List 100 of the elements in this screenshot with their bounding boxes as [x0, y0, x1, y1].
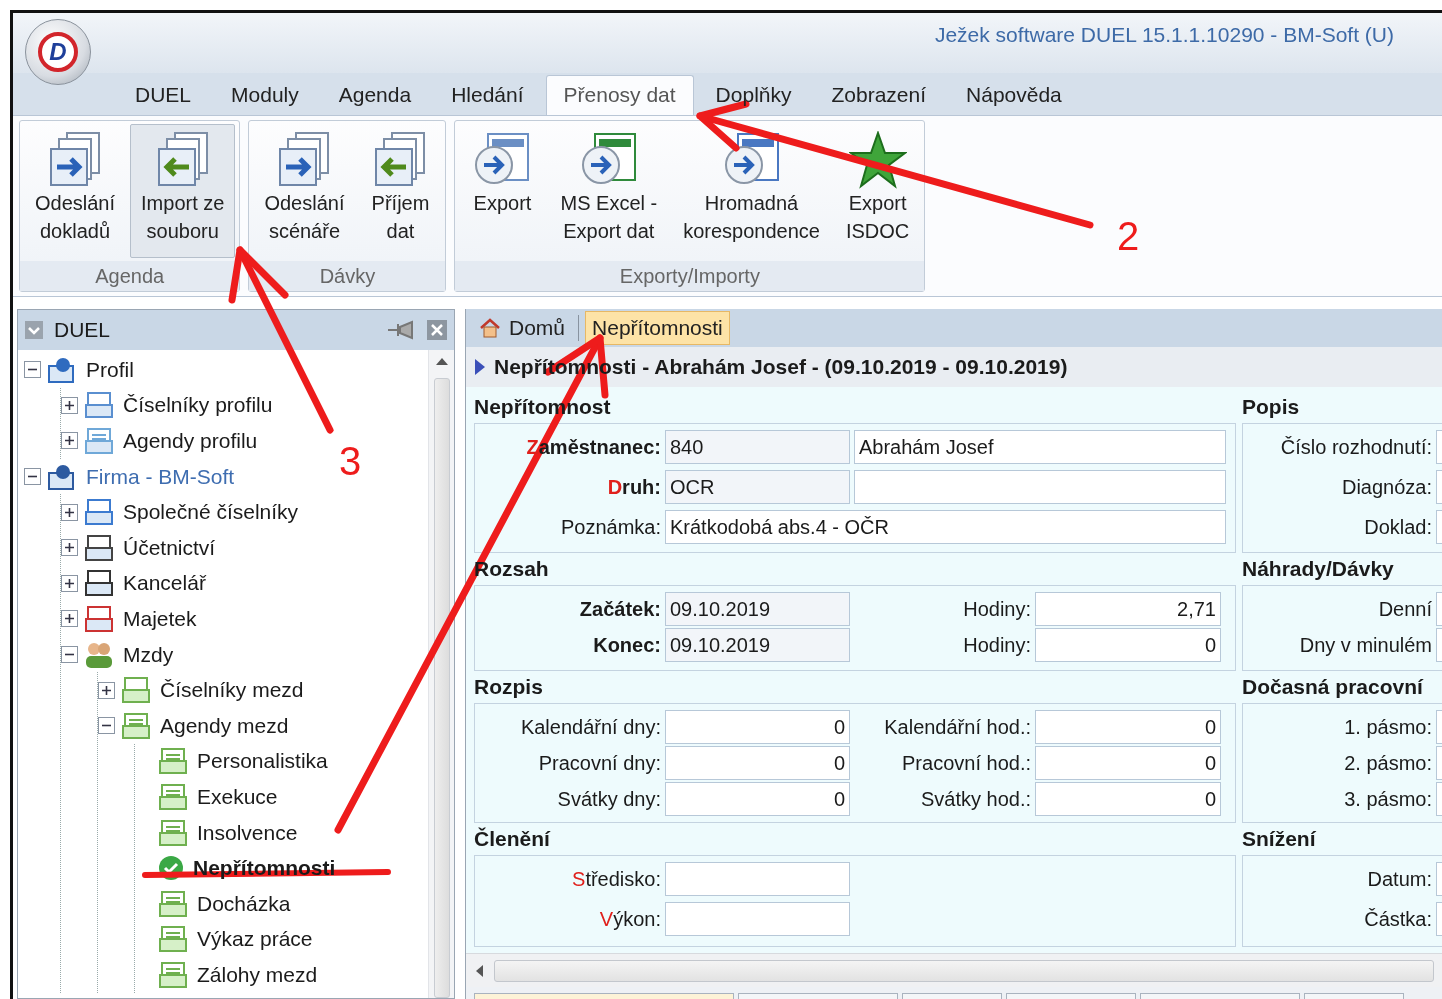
input-field[interactable]: OCR	[665, 470, 850, 504]
tree-item[interactable]: Exekuce	[194, 783, 281, 810]
input-field[interactable]	[1436, 470, 1442, 504]
tree-item[interactable]: Společné číselníky	[120, 499, 302, 526]
tree-item[interactable]: Mzdy	[120, 641, 177, 668]
input-field[interactable]: 09.10.2019	[665, 592, 850, 626]
section-title: Členění	[474, 826, 552, 852]
menu-tab[interactable]: Agenda	[320, 75, 430, 115]
tree-item[interactable]: Agendy mezd	[157, 712, 292, 739]
home-icon	[479, 317, 501, 339]
expand-icon[interactable]	[61, 539, 78, 557]
expand-icon[interactable]	[61, 396, 78, 414]
menu-tab[interactable]: Hledání	[433, 75, 542, 115]
input-field[interactable]: 0	[665, 746, 850, 780]
input-field[interactable]	[665, 862, 850, 896]
collapse-icon[interactable]	[61, 646, 78, 664]
input-field[interactable]: 840	[665, 430, 850, 464]
expand-icon[interactable]	[61, 574, 78, 592]
tree-item[interactable]: Účetnictví	[120, 534, 219, 561]
input-field[interactable]	[1436, 628, 1442, 662]
input-field[interactable]	[1436, 430, 1442, 464]
field-label: Kalendářní dny:	[519, 715, 661, 739]
field-label: 3. pásmo:	[1343, 787, 1432, 811]
star-icon	[848, 131, 907, 189]
input-field[interactable]: 09.10.2019	[665, 628, 850, 662]
input-field[interactable]: 0	[1035, 782, 1221, 816]
input-field[interactable]	[854, 470, 1226, 504]
field-label: Denní	[1377, 597, 1432, 621]
input-field[interactable]: 0	[1035, 746, 1221, 780]
pin-icon[interactable]	[386, 319, 416, 341]
input-field[interactable]	[1436, 782, 1442, 816]
section-title: Rozpis	[474, 674, 544, 700]
input-field[interactable]	[665, 902, 850, 936]
menu-tab[interactable]: DUEL	[117, 75, 210, 115]
input-field[interactable]	[1436, 902, 1442, 936]
input-field[interactable]: Abrahám Josef	[854, 430, 1226, 464]
menu-tab[interactable]: Doplňky	[697, 75, 810, 115]
tree-item[interactable]: Zálohy mezd	[194, 961, 321, 988]
section-title: Dočasná pracovní	[1242, 674, 1425, 700]
expand-icon[interactable]	[98, 681, 115, 699]
group-label: Exporty/Importy	[455, 261, 925, 291]
field-label: Dny v minulém	[1298, 633, 1432, 657]
scrollbar[interactable]	[428, 350, 454, 998]
menu-tab[interactable]: Moduly	[213, 75, 317, 115]
section-title: Snížení	[1242, 826, 1317, 852]
tree-item[interactable]: Majetek	[120, 605, 200, 632]
input-field[interactable]: 0	[1035, 628, 1221, 662]
tree-item[interactable]: Výkaz práce	[194, 926, 316, 953]
tree-item[interactable]: Docházka	[194, 890, 294, 917]
field-label: Výkon:	[598, 907, 661, 931]
input-field[interactable]	[1436, 592, 1442, 626]
field-label: Hodiny:	[962, 597, 1031, 621]
folder-icon	[84, 391, 114, 420]
tree-item[interactable]: Číselníky mezd	[157, 677, 307, 704]
collapse-icon[interactable]	[24, 468, 41, 486]
ribbon-button[interactable]: Odeslání dokladů	[24, 124, 127, 258]
field-label: Kalendářní hod.:	[883, 715, 1031, 739]
tree-item[interactable]: Číselníky profilu	[120, 392, 276, 419]
input-field[interactable]	[1436, 862, 1442, 896]
scroll-up-icon[interactable]	[434, 356, 449, 366]
list-icon	[158, 889, 188, 918]
menu-tab[interactable]: Nápověda	[948, 75, 1080, 115]
tree-item[interactable]: Insolvence	[194, 819, 301, 846]
list-icon	[158, 960, 188, 989]
expand-icon[interactable]	[61, 503, 78, 521]
ribbon-button[interactable]: Import ze souboru	[130, 124, 236, 258]
ribbon-button[interactable]: MS Excel - Export dat	[549, 124, 669, 258]
document-tab[interactable]: Nepřítomnosti	[585, 311, 730, 345]
menu-tab[interactable]: Zobrazení	[813, 75, 945, 115]
expand-icon[interactable]	[61, 610, 78, 628]
window-title: Ježek software DUEL 15.1.1.10290 - BM-Soft (U)	[934, 23, 1394, 47]
ribbon-button[interactable]: Export	[459, 124, 546, 258]
collapse-icon[interactable]	[98, 717, 115, 735]
input-field[interactable]	[1436, 710, 1442, 744]
app-logo[interactable]: D	[25, 19, 91, 85]
scroll-left-icon[interactable]	[474, 963, 484, 978]
tree-item[interactable]: Firma - BM-Soft	[83, 463, 238, 490]
tree-item[interactable]: Profil	[83, 356, 137, 383]
input-field[interactable]	[1436, 746, 1442, 780]
ribbon-button[interactable]: Export ISDOC	[834, 124, 921, 258]
scrollbar[interactable]	[466, 953, 1442, 987]
input-field[interactable]: 0	[665, 782, 850, 816]
expand-icon[interactable]	[61, 432, 78, 450]
document-tab[interactable]: Domů	[472, 311, 573, 345]
input-field[interactable]	[1436, 510, 1442, 544]
ribbon-button[interactable]: Příjem dat	[359, 124, 442, 258]
input-field[interactable]: 0	[665, 710, 850, 744]
ribbon-button[interactable]: Hromadná korespondence	[672, 124, 831, 258]
input-field[interactable]: 2,71	[1035, 592, 1221, 626]
input-field[interactable]: Krátkodobá abs.4 - OČR	[665, 510, 1226, 544]
annotation-number: 2	[1116, 214, 1140, 258]
tree-item[interactable]: Kancelář	[120, 570, 209, 597]
tree-item[interactable]: Personalistika	[194, 748, 331, 775]
collapse-icon[interactable]	[24, 361, 41, 379]
section-title: Popis	[1242, 394, 1301, 420]
ribbon-button[interactable]: Odeslání scénáře	[253, 124, 356, 258]
close-icon[interactable]	[426, 319, 448, 341]
tree-item[interactable]: Agendy profilu	[120, 428, 261, 454]
menu-tab[interactable]: Přenosy dat	[545, 75, 694, 115]
input-field[interactable]: 0	[1035, 710, 1221, 744]
